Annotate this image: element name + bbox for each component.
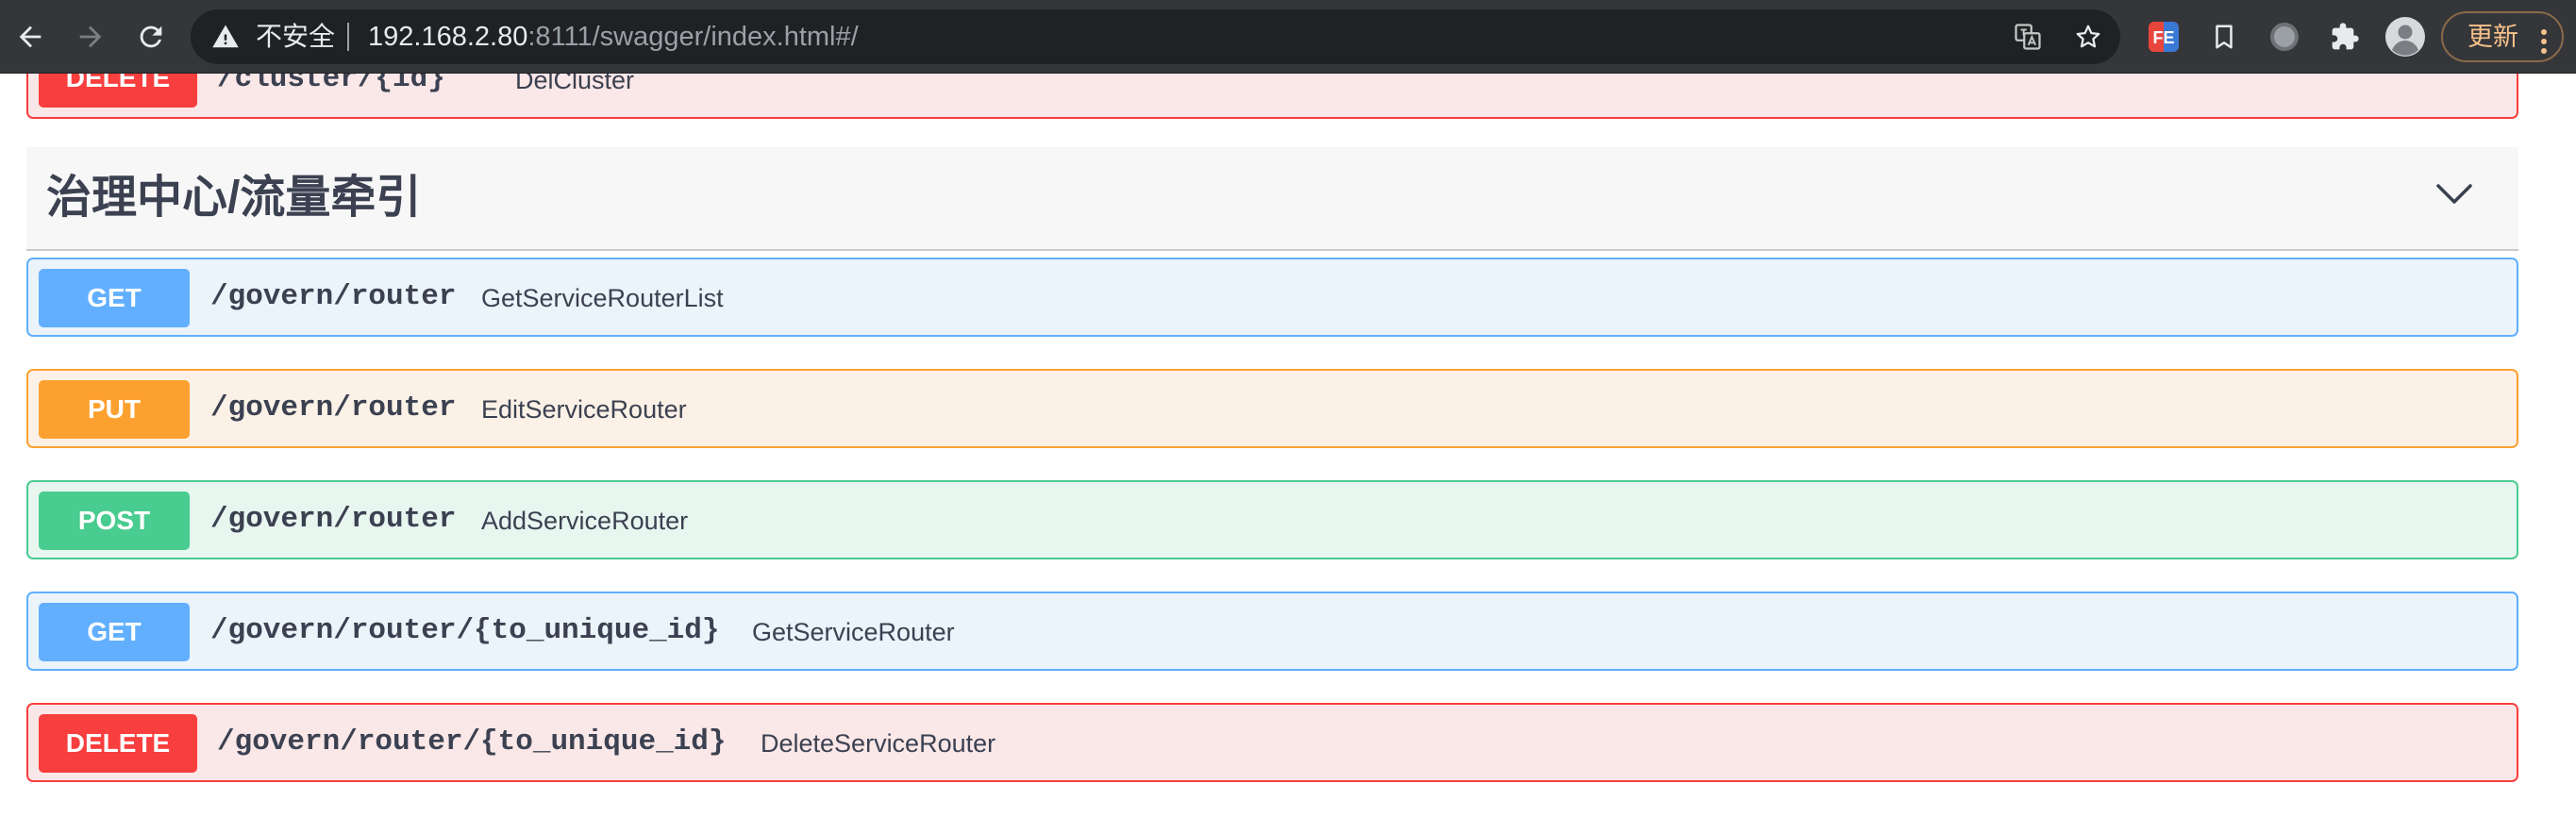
operation-summary: AddServiceRouter [481,507,689,535]
bookmark-icon[interactable] [2200,13,2248,60]
url-path: :8111/swagger/index.html#/ [527,22,859,52]
browser-toolbar: 不安全 192.168.2.80:8111/swagger/index.html… [0,0,2576,74]
operation-post-router[interactable]: POST /govern/router AddServiceRouter [26,480,2518,559]
operation-path: /govern/router/{to_unique_id} [210,614,720,647]
puzzle-icon[interactable] [2321,13,2368,60]
chevron-down-icon[interactable] [2435,183,2473,210]
menu-dots-icon[interactable] [2539,24,2549,71]
operation-summary: EditServiceRouter [481,395,687,424]
fe-extension-icon[interactable]: FE [2140,13,2187,60]
operation-delete-router[interactable]: DELETE /govern/router/{to_unique_id} Del… [26,703,2518,782]
method-badge: PUT [39,380,190,439]
tag-section-header[interactable]: 治理中心/流量牵引 [26,147,2518,251]
fe-extension-label: FE [2152,28,2174,47]
operation-path: /govern/router [210,503,457,536]
method-badge: POST [39,492,190,550]
operation-put-router[interactable]: PUT /govern/router EditServiceRouter [26,369,2518,448]
method-badge: GET [39,603,190,661]
translate-icon[interactable] [2012,21,2044,53]
operation-summary: DeleteServiceRouter [761,729,996,758]
operation-get-router[interactable]: GET /govern/router/{to_unique_id} GetSer… [26,592,2518,671]
update-label: 更新 [2467,23,2518,51]
warning-icon[interactable] [211,23,240,56]
url-text[interactable]: 192.168.2.80:8111/swagger/index.html#/ [368,21,859,53]
operation-summary: GetServiceRouter [752,618,955,646]
address-bar[interactable]: 不安全 192.168.2.80:8111/swagger/index.html… [191,9,2120,64]
profile-avatar-icon[interactable] [2382,13,2429,60]
update-button[interactable]: 更新 [2441,11,2564,62]
record-icon[interactable] [2261,13,2308,60]
operation-get-router-list[interactable]: GET /govern/router GetServiceRouterList [26,258,2518,337]
url-host: 192.168.2.80 [368,22,528,52]
address-divider [347,23,349,51]
section-title: 治理中心/流量牵引 [46,173,422,223]
star-icon[interactable] [2072,21,2104,53]
method-badge: GET [39,269,190,327]
forward-arrow-icon[interactable] [67,13,114,60]
method-badge: DELETE [39,714,197,773]
security-label[interactable]: 不安全 [256,21,335,53]
operation-path: /govern/router [210,280,457,313]
operation-path: /govern/router/{to_unique_id} [217,725,727,759]
reload-icon[interactable] [127,13,175,60]
operation-summary: GetServiceRouterList [481,284,724,312]
back-arrow-icon[interactable] [7,13,54,60]
operation-path: /govern/router [210,392,457,425]
